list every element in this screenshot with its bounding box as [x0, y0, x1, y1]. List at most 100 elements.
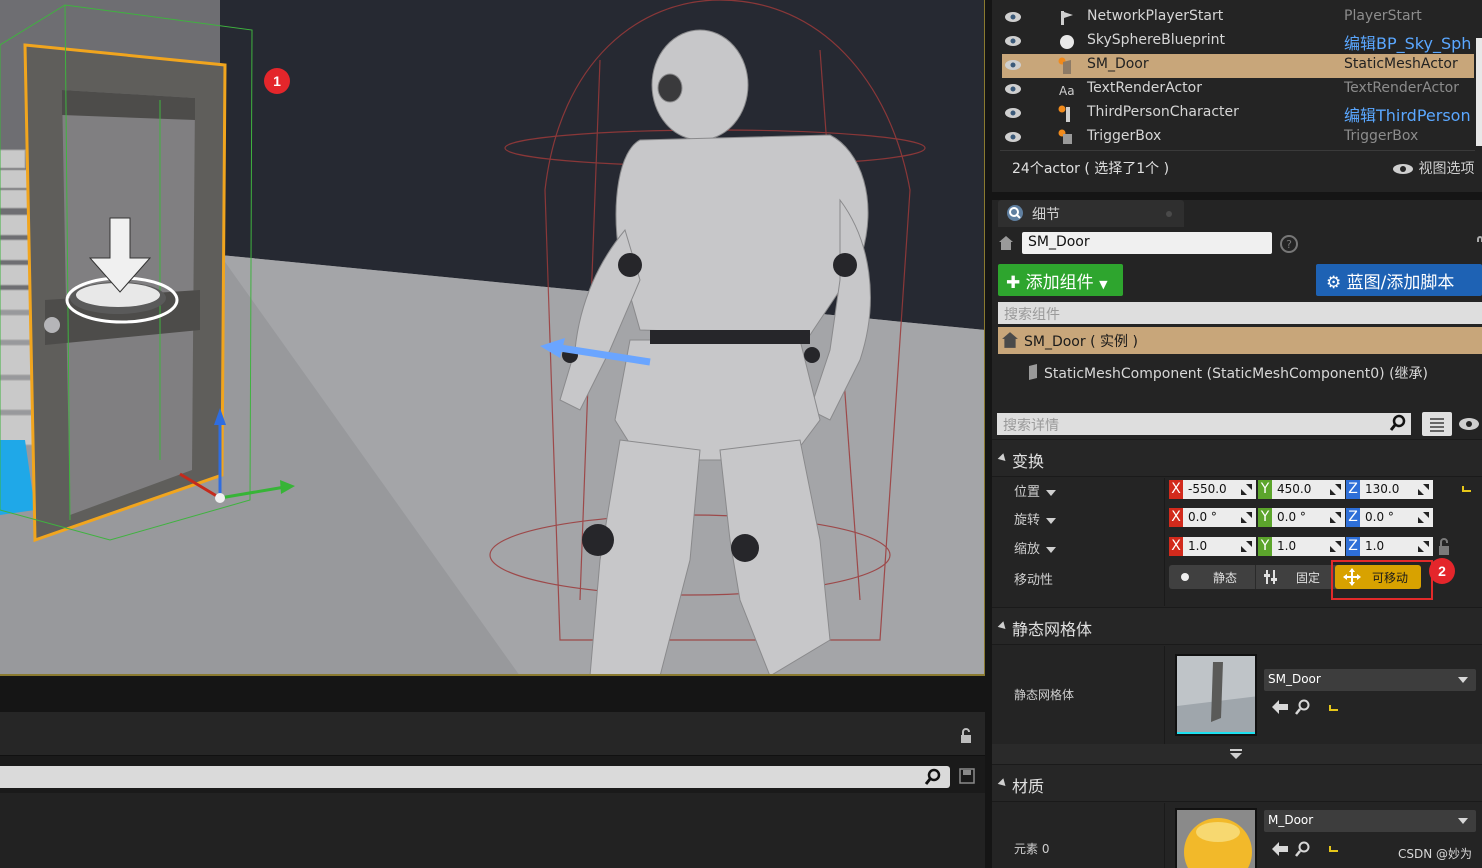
- rotation-label[interactable]: 旋转: [1014, 509, 1057, 528]
- panel-divider: [0, 677, 985, 712]
- outliner-row-type: PlayerStart: [1344, 8, 1422, 24]
- section-transform-title: 变换: [1012, 452, 1045, 471]
- browse-search-icon[interactable]: [1294, 699, 1310, 715]
- panel-toolbar: [0, 712, 985, 756]
- location-label[interactable]: 位置: [1014, 481, 1057, 500]
- edit-blueprint-link[interactable]: 编辑BP_Sky_Sph: [1344, 30, 1471, 54]
- static-mesh-thumbnail[interactable]: [1175, 654, 1257, 736]
- lock-scale-icon[interactable]: [1438, 537, 1452, 557]
- reset-to-default-icon[interactable]: [1461, 484, 1473, 494]
- component-child-item[interactable]: StaticMeshComponent (StaticMeshComponent…: [1026, 362, 1428, 384]
- panel-divider: [992, 192, 1482, 200]
- svg-text:?: ?: [1286, 238, 1292, 251]
- rotation-x-field[interactable]: X 0.0 °: [1169, 508, 1256, 527]
- use-selected-arrow-icon[interactable]: [1272, 700, 1288, 714]
- svg-text:Aa: Aa: [1059, 84, 1075, 98]
- mobility-stationary-option[interactable]: 固定: [1255, 565, 1335, 589]
- tab-close-icon[interactable]: [1166, 211, 1172, 217]
- outliner-scrollbar[interactable]: [1476, 38, 1482, 146]
- visibility-eye-icon[interactable]: [1004, 131, 1022, 143]
- blueprint-script-button[interactable]: ⚙ 蓝图/添加脚本: [1316, 264, 1482, 296]
- right-panel: NetworkPlayerStart PlayerStart SkySphereBl…: [992, 0, 1482, 868]
- location-y-field[interactable]: Y 450.0: [1258, 480, 1345, 499]
- annotation-badge-2: 2: [1429, 558, 1455, 584]
- help-icon[interactable]: ?: [1280, 235, 1298, 253]
- drag-arrows-icon: [1241, 484, 1252, 495]
- location-z-field[interactable]: Z 130.0: [1346, 480, 1433, 499]
- static-mesh-icon: [1029, 364, 1037, 380]
- chevron-down-icon: [1458, 677, 1468, 683]
- annotation-badge-1: 1: [264, 68, 290, 94]
- drag-arrows-icon: [1241, 512, 1252, 523]
- drag-arrows-icon: [1330, 484, 1341, 495]
- sphere-icon: [1058, 33, 1076, 51]
- advanced-expander[interactable]: [992, 744, 1482, 764]
- material-preview-image: [1177, 810, 1255, 868]
- drag-arrows-icon: [1241, 541, 1252, 552]
- tab-details[interactable]: 细节: [998, 200, 1184, 227]
- column-divider: [1164, 803, 1165, 868]
- outliner-row[interactable]: NetworkPlayerStart PlayerStart: [992, 6, 1482, 30]
- actor-name-field[interactable]: SM_Door: [1022, 232, 1272, 254]
- section-static-mesh[interactable]: 静态网格体: [992, 607, 1482, 645]
- outliner-row[interactable]: ThirdPersonCharacter 编辑ThirdPerson: [992, 102, 1482, 126]
- edit-blueprint-link[interactable]: 编辑ThirdPerson: [1344, 102, 1471, 126]
- section-transform[interactable]: 变换: [992, 439, 1482, 477]
- property-matrix-button[interactable]: [1422, 412, 1452, 436]
- mobility-static-option[interactable]: 静态: [1169, 565, 1253, 589]
- view-options-button[interactable]: 视图选项: [1392, 158, 1474, 178]
- reset-to-default-icon[interactable]: [1328, 703, 1340, 713]
- visibility-eye-icon[interactable]: [1004, 59, 1022, 71]
- sliders-icon: [1264, 570, 1277, 584]
- outliner-row-label: TriggerBox: [1087, 128, 1162, 144]
- plus-icon: ✚: [1006, 273, 1021, 293]
- outliner-row[interactable]: TriggerBox TriggerBox: [992, 126, 1482, 150]
- reset-to-default-icon[interactable]: [1328, 844, 1340, 854]
- chevron-down-icon: ▼: [1099, 278, 1108, 291]
- lock-icon[interactable]: [1476, 234, 1482, 252]
- visibility-eye-icon[interactable]: [1004, 83, 1022, 95]
- search-details-input[interactable]: 搜索详情: [997, 413, 1411, 435]
- section-static-mesh-title: 静态网格体: [1012, 620, 1093, 639]
- scale-z-field[interactable]: Z 1.0: [1346, 537, 1433, 556]
- section-materials[interactable]: 材质: [992, 764, 1482, 802]
- character-icon: [1058, 105, 1076, 123]
- material-element-label: 元素 0: [1014, 842, 1050, 856]
- static-mesh-label: 静态网格体: [1014, 688, 1075, 702]
- visibility-eye-icon[interactable]: [1004, 11, 1022, 23]
- visibility-eye-icon[interactable]: [1004, 107, 1022, 119]
- lock-icon[interactable]: [958, 727, 976, 749]
- location-x-field[interactable]: X -550.0: [1169, 480, 1256, 499]
- material-asset-name: M_Door: [1268, 813, 1314, 827]
- rotation-y-field[interactable]: Y 0.0 °: [1258, 508, 1345, 527]
- outliner-row[interactable]: Aa TextRenderActor TextRenderActor: [992, 78, 1482, 102]
- search-icon[interactable]: [924, 768, 942, 790]
- material-asset-dropdown[interactable]: M_Door: [1264, 810, 1476, 832]
- visibility-eye-icon[interactable]: [1458, 416, 1480, 435]
- add-component-button[interactable]: ✚ 添加组件 ▼: [998, 264, 1123, 296]
- save-icon[interactable]: [959, 768, 975, 788]
- outliner-row-type: TextRenderActor: [1344, 80, 1459, 96]
- outliner-row[interactable]: SM_Door StaticMeshActor: [1002, 54, 1474, 78]
- rotation-z-field[interactable]: Z 0.0 °: [1346, 508, 1433, 527]
- player-start-icon: [1058, 9, 1076, 27]
- component-root-item[interactable]: SM_Door ( 实例 ): [998, 327, 1482, 354]
- search-components-input[interactable]: 搜索组件: [998, 302, 1482, 324]
- scale-label[interactable]: 缩放: [1014, 538, 1057, 557]
- search-icon[interactable]: [1389, 414, 1407, 436]
- static-mesh-asset-name: SM_Door: [1268, 672, 1321, 686]
- use-selected-arrow-icon[interactable]: [1272, 842, 1288, 856]
- visibility-eye-icon[interactable]: [1004, 35, 1022, 47]
- outliner-row[interactable]: SkySphereBlueprint 编辑BP_Sky_Sph: [992, 30, 1482, 54]
- static-mesh-asset-dropdown[interactable]: SM_Door: [1264, 669, 1476, 691]
- browse-search-icon[interactable]: [1294, 841, 1310, 857]
- material-thumbnail[interactable]: [1175, 808, 1257, 868]
- panel-search-input[interactable]: [0, 766, 950, 788]
- actor-icon: [999, 236, 1013, 250]
- level-viewport[interactable]: 1: [0, 0, 985, 676]
- collapse-arrow-icon: [997, 778, 1009, 789]
- collapse-arrow-icon: [997, 621, 1009, 632]
- scale-x-field[interactable]: X 1.0: [1169, 537, 1256, 556]
- scale-y-field[interactable]: Y 1.0: [1258, 537, 1345, 556]
- outliner-row-label: SkySphereBlueprint: [1087, 32, 1225, 48]
